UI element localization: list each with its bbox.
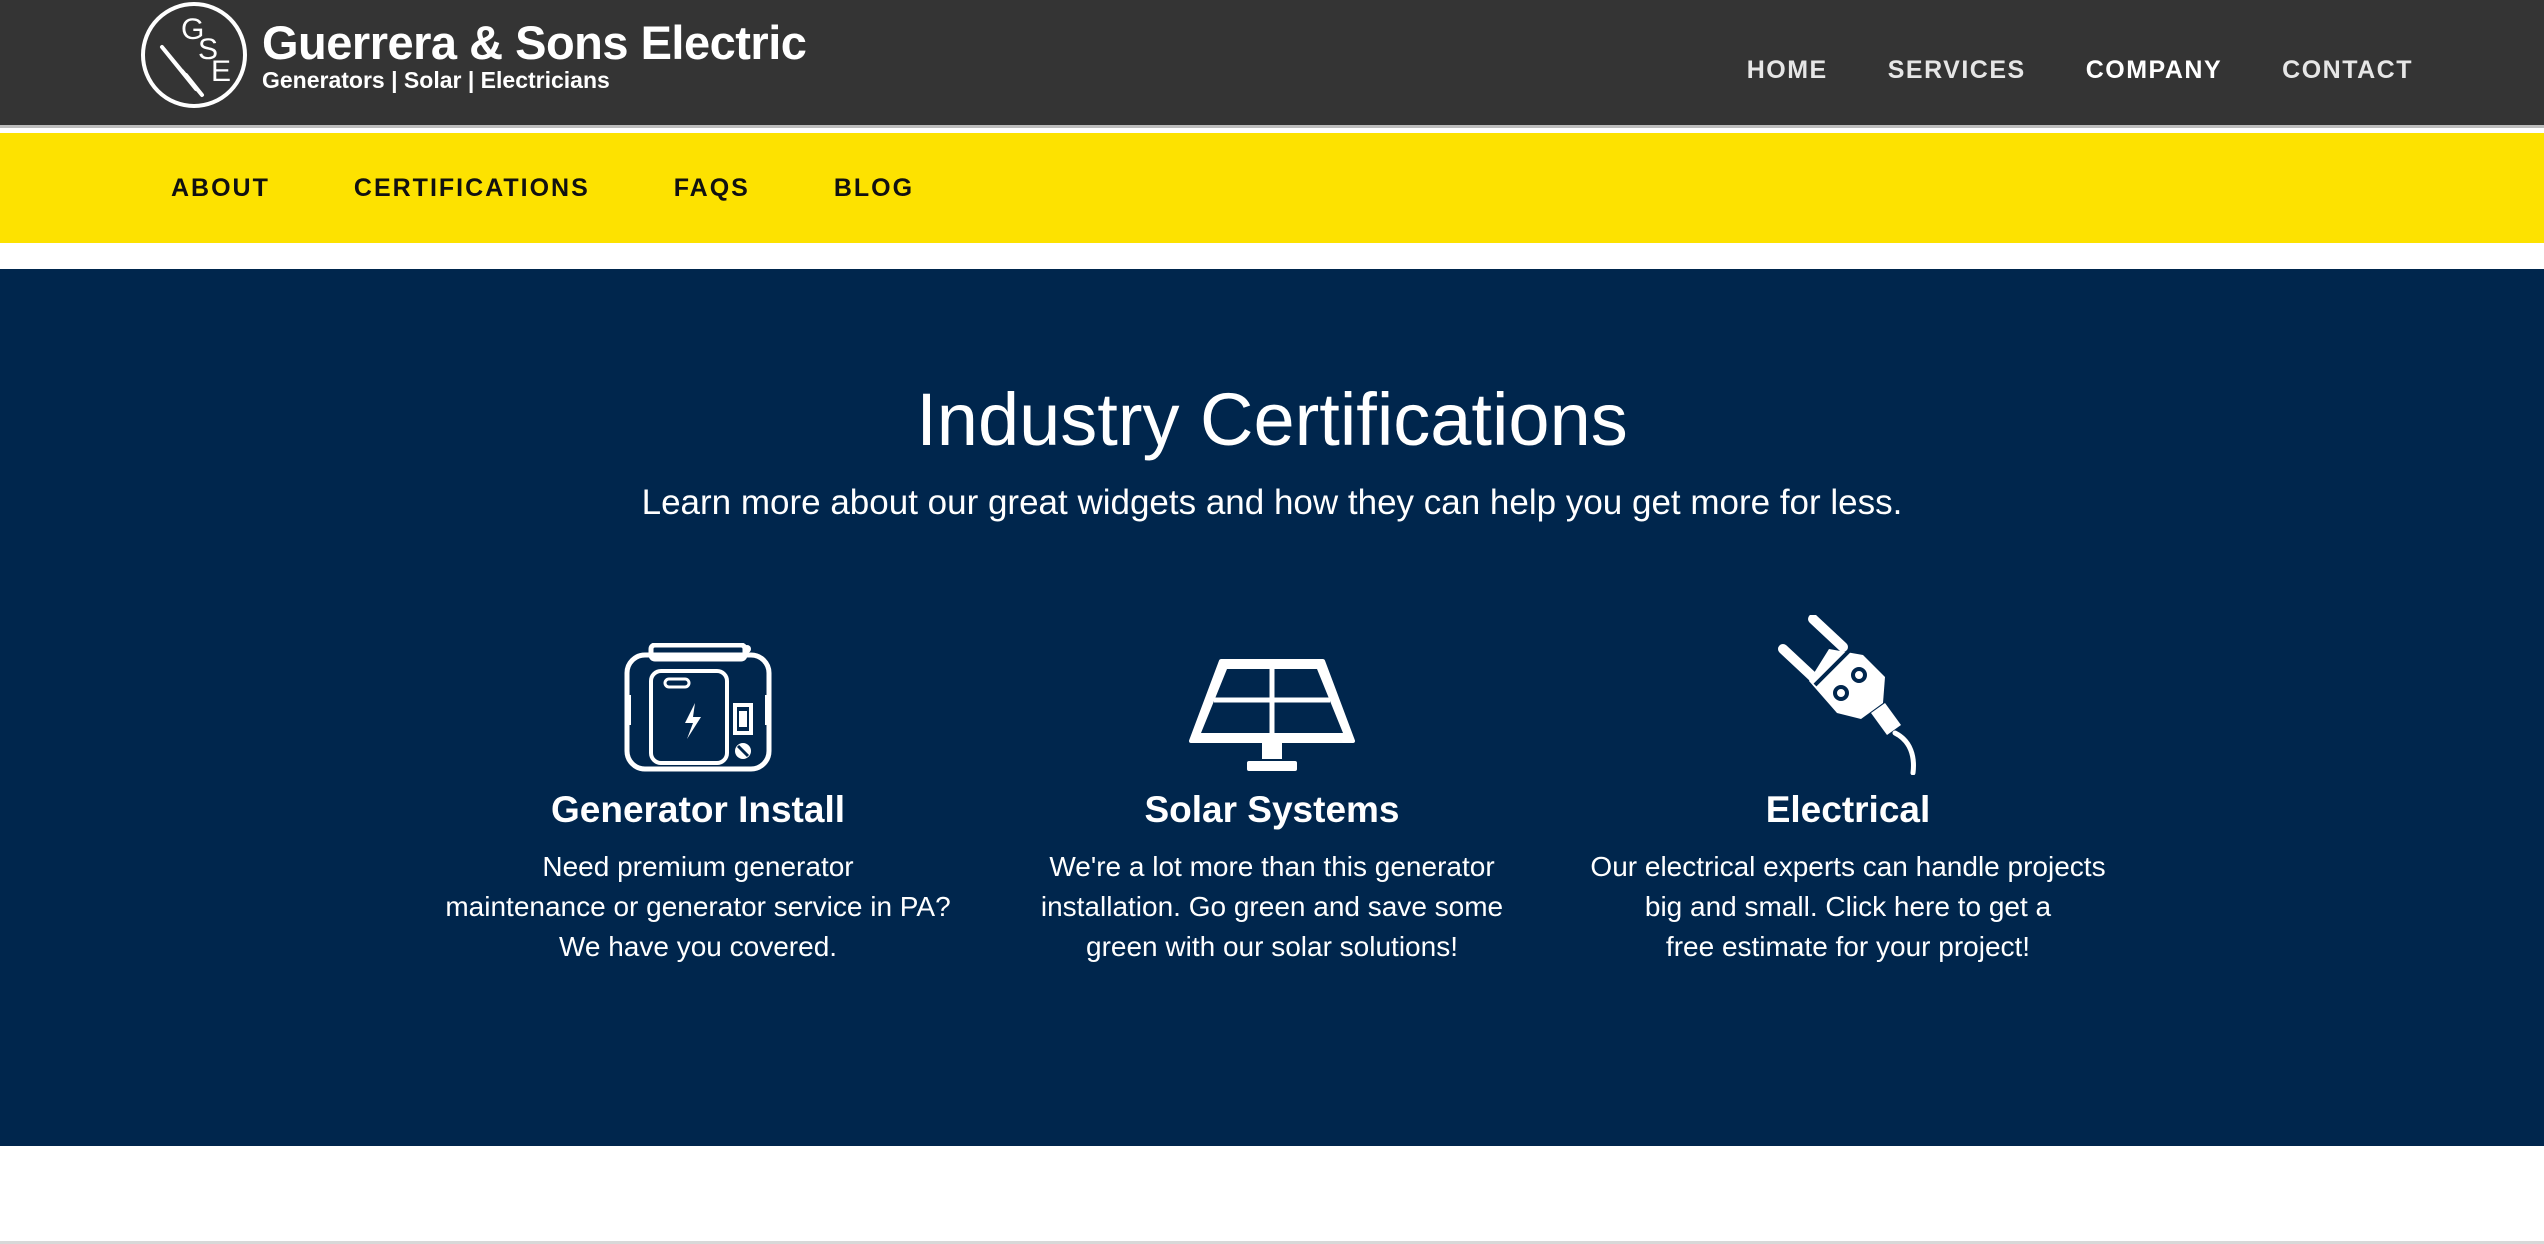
subnav-blog[interactable]: BLOG <box>834 174 914 203</box>
feature-electrical[interactable]: Electrical Our electrical experts can ha… <box>1578 615 2118 967</box>
brand-name: Guerrera & Sons Electric <box>262 16 807 69</box>
feature-title: Electrical <box>1765 789 1931 830</box>
feature-description: Need premium generator maintenance or ge… <box>445 851 951 962</box>
svg-text:E: E <box>211 55 231 88</box>
page-title: Industry Certifications <box>916 378 1628 461</box>
feature-description: We're a lot more than this generator ins… <box>1040 851 1504 962</box>
feature-description: Our electrical experts can handle projec… <box>1590 851 2106 962</box>
company-subnav: ABOUT CERTIFICATIONS FAQS BLOG <box>171 133 914 243</box>
brand-logo[interactable]: G S E Guerrera & Sons Electric Generator… <box>140 0 807 110</box>
subnav-about[interactable]: ABOUT <box>171 174 270 203</box>
subnav-faqs[interactable]: FAQS <box>674 174 750 203</box>
company-subnav-bar: ABOUT CERTIFICATIONS FAQS BLOG <box>0 133 2544 243</box>
certifications-section: Industry Certifications Learn more about… <box>0 269 2544 1146</box>
solar-panel-icon <box>1189 659 1355 771</box>
electric-plug-icon <box>1778 615 1916 775</box>
site-header: G S E Guerrera & Sons Electric Generator… <box>0 0 2544 128</box>
feature-generator-install[interactable]: Generator Install Need premium generator… <box>428 625 968 967</box>
nav-company[interactable]: COMPANY <box>2086 56 2222 85</box>
nav-services[interactable]: SERVICES <box>1888 56 2026 85</box>
feature-title: Solar Systems <box>1144 789 1400 830</box>
nav-contact[interactable]: CONTACT <box>2282 56 2413 85</box>
brand-tagline: Generators | Solar | Electricians <box>262 67 610 93</box>
main-navigation: HOME SERVICES COMPANY CONTACT <box>1747 56 2413 85</box>
subnav-certifications[interactable]: CERTIFICATIONS <box>354 174 590 203</box>
generator-icon <box>624 643 772 772</box>
gse-logo-icon: G S E <box>141 2 247 108</box>
nav-home[interactable]: HOME <box>1747 56 1828 85</box>
page-subtitle: Learn more about our great widgets and h… <box>641 483 1903 522</box>
feature-solar-systems[interactable]: Solar Systems We're a lot more than this… <box>1002 625 1542 967</box>
feature-title: Generator Install <box>550 789 846 830</box>
